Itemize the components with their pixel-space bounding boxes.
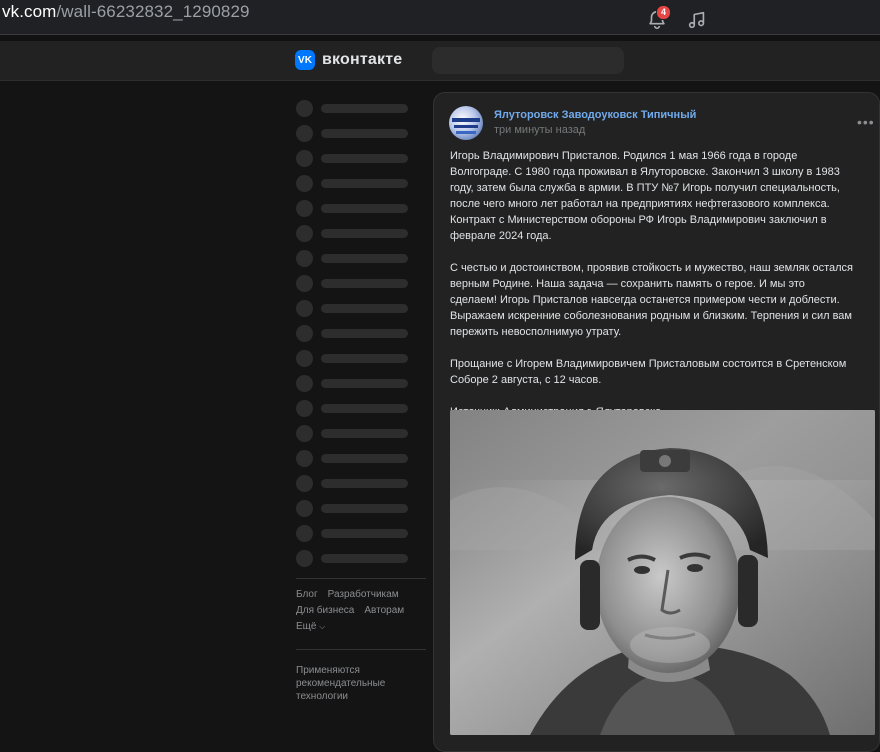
skeleton-icon	[296, 225, 313, 242]
browser-url-bar[interactable]: vk.com/wall-66232832_1290829	[0, 0, 880, 35]
skeleton-label	[321, 229, 408, 238]
post-photo[interactable]	[450, 410, 875, 735]
skeleton-label	[321, 479, 408, 488]
skeleton-icon	[296, 550, 313, 567]
skeleton-label	[321, 204, 408, 213]
sidebar-skeleton-item[interactable]	[296, 296, 426, 321]
sidebar-skeleton-item[interactable]	[296, 96, 426, 121]
footer-link-developers[interactable]: Разработчикам	[328, 589, 399, 605]
sidebar-skeleton-item[interactable]	[296, 421, 426, 446]
footer-link-more-label: Ещё	[296, 621, 317, 632]
sidebar-divider-2	[296, 649, 426, 650]
sidebar-skeleton-item[interactable]	[296, 346, 426, 371]
sidebar-skeleton-item[interactable]	[296, 396, 426, 421]
skeleton-icon	[296, 250, 313, 267]
skeleton-label	[321, 454, 408, 463]
vk-header: VK вконтакте	[0, 41, 880, 81]
skeleton-label	[321, 429, 408, 438]
logo-text: вконтакте	[322, 51, 403, 68]
search-input[interactable]	[432, 47, 624, 74]
url-text[interactable]: vk.com/wall-66232832_1290829	[2, 2, 250, 22]
url-path: /wall-66232832_1290829	[56, 2, 250, 21]
sidebar-skeleton-item[interactable]	[296, 471, 426, 496]
skeleton-icon	[296, 150, 313, 167]
sidebar-skeleton-item[interactable]	[296, 146, 426, 171]
sidebar-skeleton-item[interactable]	[296, 121, 426, 146]
notifications-badge: 4	[656, 5, 671, 20]
post-time[interactable]: три минуты назад	[494, 124, 585, 136]
sidebar-skeleton-item[interactable]	[296, 446, 426, 471]
skeleton-label	[321, 104, 408, 113]
community-avatar[interactable]	[449, 106, 483, 140]
footer-link-business[interactable]: Для бизнеса	[296, 605, 354, 621]
post-text: Игорь Владимирович Присталов. Родился 1 …	[450, 148, 854, 436]
skeleton-label	[321, 354, 408, 363]
post-paragraph-2: С честью и достоинством, проявив стойкос…	[450, 262, 853, 338]
post-paragraph-3: Прощание с Игорем Владимировичем Пристал…	[450, 358, 847, 386]
skeleton-label	[321, 129, 408, 138]
skeleton-icon	[296, 200, 313, 217]
skeleton-label	[321, 529, 408, 538]
skeleton-label	[321, 379, 408, 388]
skeleton-icon	[296, 375, 313, 392]
skeleton-icon	[296, 450, 313, 467]
skeleton-label	[321, 329, 408, 338]
sidebar-skeleton-item[interactable]	[296, 371, 426, 396]
skeleton-icon	[296, 300, 313, 317]
skeleton-label	[321, 279, 408, 288]
skeleton-icon	[296, 125, 313, 142]
footer-link-authors[interactable]: Авторам	[364, 605, 404, 621]
skeleton-icon	[296, 275, 313, 292]
skeleton-label	[321, 254, 408, 263]
skeleton-label	[321, 179, 408, 188]
skeleton-label	[321, 554, 408, 563]
skeleton-icon	[296, 100, 313, 117]
skeleton-icon	[296, 500, 313, 517]
url-host: vk.com	[2, 2, 57, 21]
recommendation-note: Применяются рекомендательные технологии	[296, 665, 386, 702]
skeleton-label	[321, 504, 408, 513]
footer-link-blog[interactable]: Блог	[296, 589, 318, 605]
music-icon[interactable]	[686, 9, 708, 31]
sidebar-skeleton-item[interactable]	[296, 546, 426, 571]
skeleton-label	[321, 304, 408, 313]
sidebar-skeleton-item[interactable]	[296, 246, 426, 271]
more-options-icon[interactable]: •••	[857, 114, 875, 130]
sidebar-footer-links: Блог Разработчикам Для бизнеса Авторам Е…	[296, 589, 426, 637]
skeleton-icon	[296, 425, 313, 442]
sidebar-menu	[296, 96, 426, 571]
sidebar-skeleton-item[interactable]	[296, 496, 426, 521]
vk-logo-icon: VK	[295, 50, 315, 70]
skeleton-icon	[296, 325, 313, 342]
skeleton-icon	[296, 525, 313, 542]
skeleton-label	[321, 154, 408, 163]
sidebar-skeleton-item[interactable]	[296, 171, 426, 196]
skeleton-icon	[296, 400, 313, 417]
sidebar-skeleton-item[interactable]	[296, 221, 426, 246]
footer-link-more[interactable]: Ещё ⌵	[296, 621, 325, 637]
post-paragraph-1: Игорь Владимирович Присталов. Родился 1 …	[450, 150, 840, 242]
sidebar-skeleton-item[interactable]	[296, 321, 426, 346]
sidebar-skeleton-item[interactable]	[296, 271, 426, 296]
chevron-down-icon: ⌵	[319, 622, 326, 631]
sidebar-skeleton-item[interactable]	[296, 196, 426, 221]
skeleton-label	[321, 404, 408, 413]
vk-logo[interactable]: VK вконтакте	[295, 50, 402, 70]
skeleton-icon	[296, 175, 313, 192]
skeleton-icon	[296, 350, 313, 367]
skeleton-icon	[296, 475, 313, 492]
sidebar-divider	[296, 578, 426, 579]
post-author[interactable]: Ялуторовск Заводоуковск Типичный	[494, 109, 696, 121]
sidebar-skeleton-item[interactable]	[296, 521, 426, 546]
